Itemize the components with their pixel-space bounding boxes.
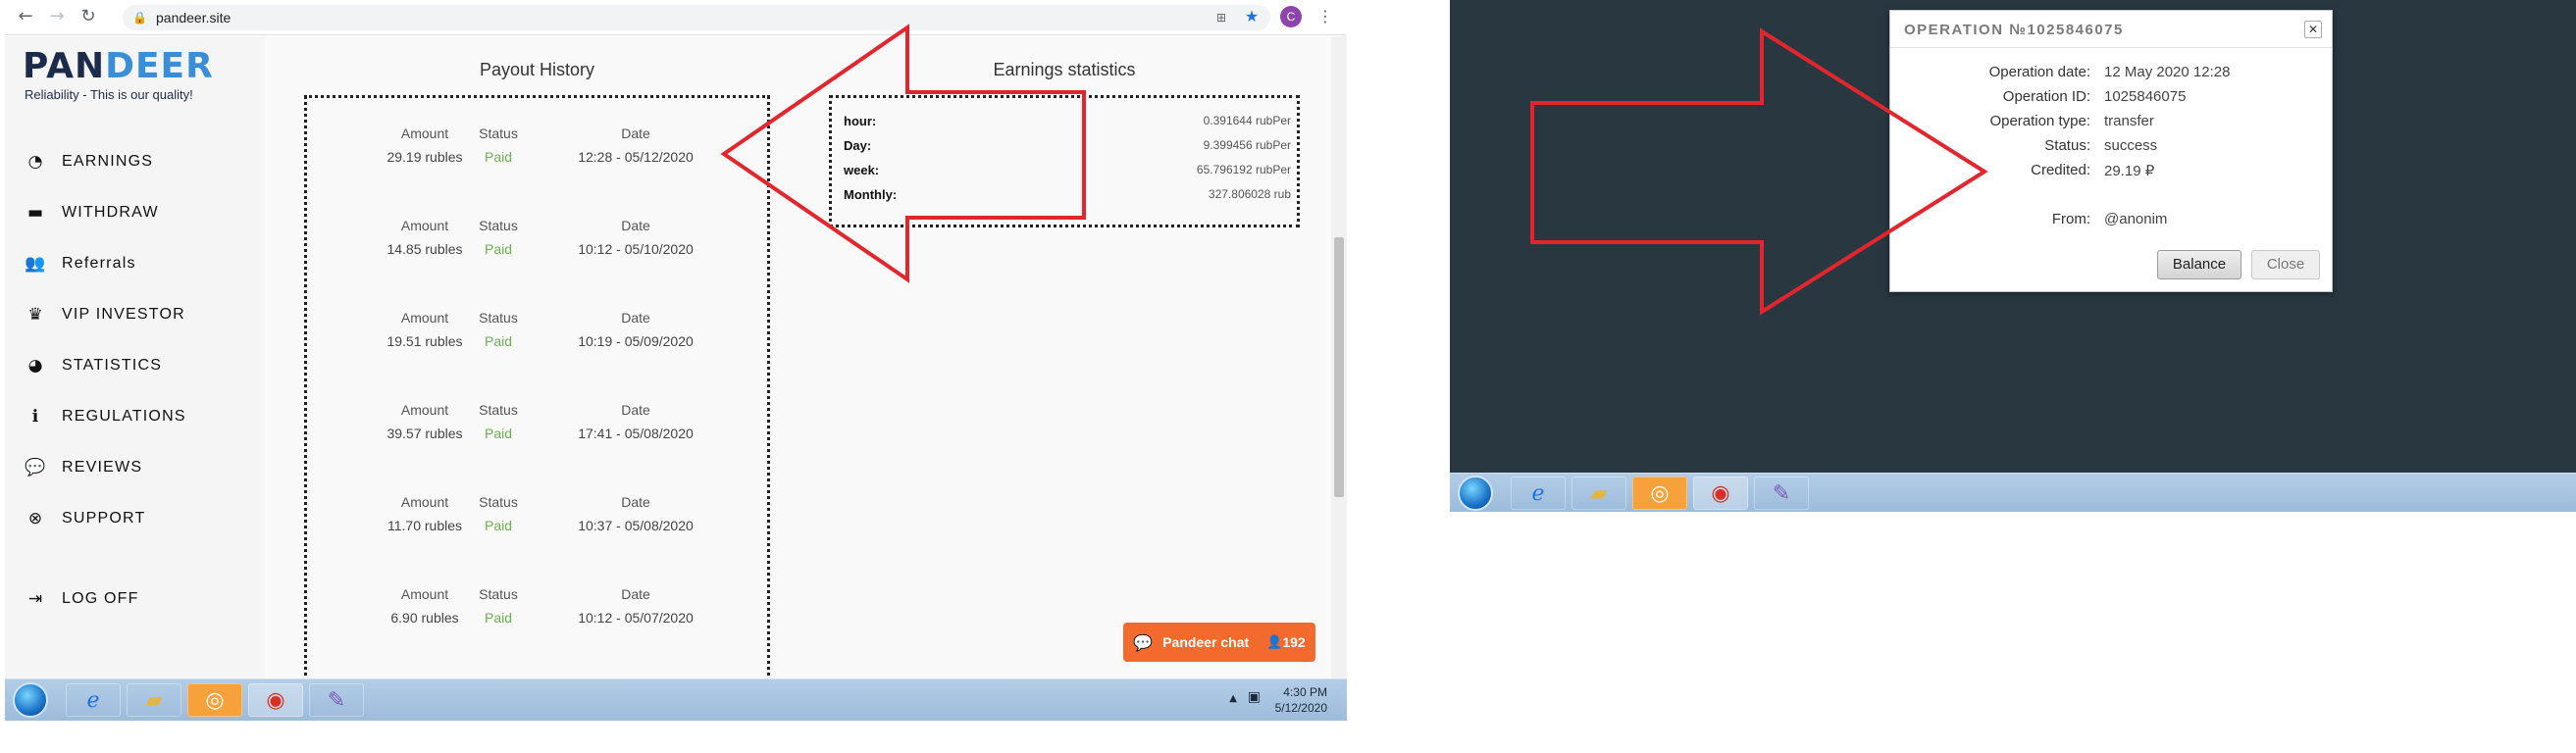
- red-arrow-shape: [1530, 27, 1988, 316]
- red-arrow-shape: [720, 24, 1086, 283]
- desktop: OPERATION №1025846075 ✕ Operation date: …: [1450, 0, 2576, 512]
- stage: ← → ↻ 🔒 pandeer.site ⊞ ★ C ⋮ PANDEER Rel…: [0, 0, 2576, 753]
- paint-icon[interactable]: ✎: [1754, 477, 1809, 510]
- ie-icon[interactable]: ℯ: [1511, 477, 1566, 510]
- windows-start-icon[interactable]: [1458, 476, 1493, 511]
- qiwi-icon[interactable]: ◎: [1632, 477, 1687, 510]
- taskbar: ℯ ▰ ◎ ◉ ✎: [1450, 473, 2576, 512]
- folder-icon[interactable]: ▰: [1571, 477, 1626, 510]
- annotation-arrow-right: [1530, 27, 1988, 316]
- chrome-icon[interactable]: ◉: [1693, 477, 1748, 510]
- annotation-arrow-left: [720, 24, 1086, 283]
- browser-window: ← → ↻ 🔒 pandeer.site ⊞ ★ C ⋮ PANDEER Rel…: [5, 0, 1347, 721]
